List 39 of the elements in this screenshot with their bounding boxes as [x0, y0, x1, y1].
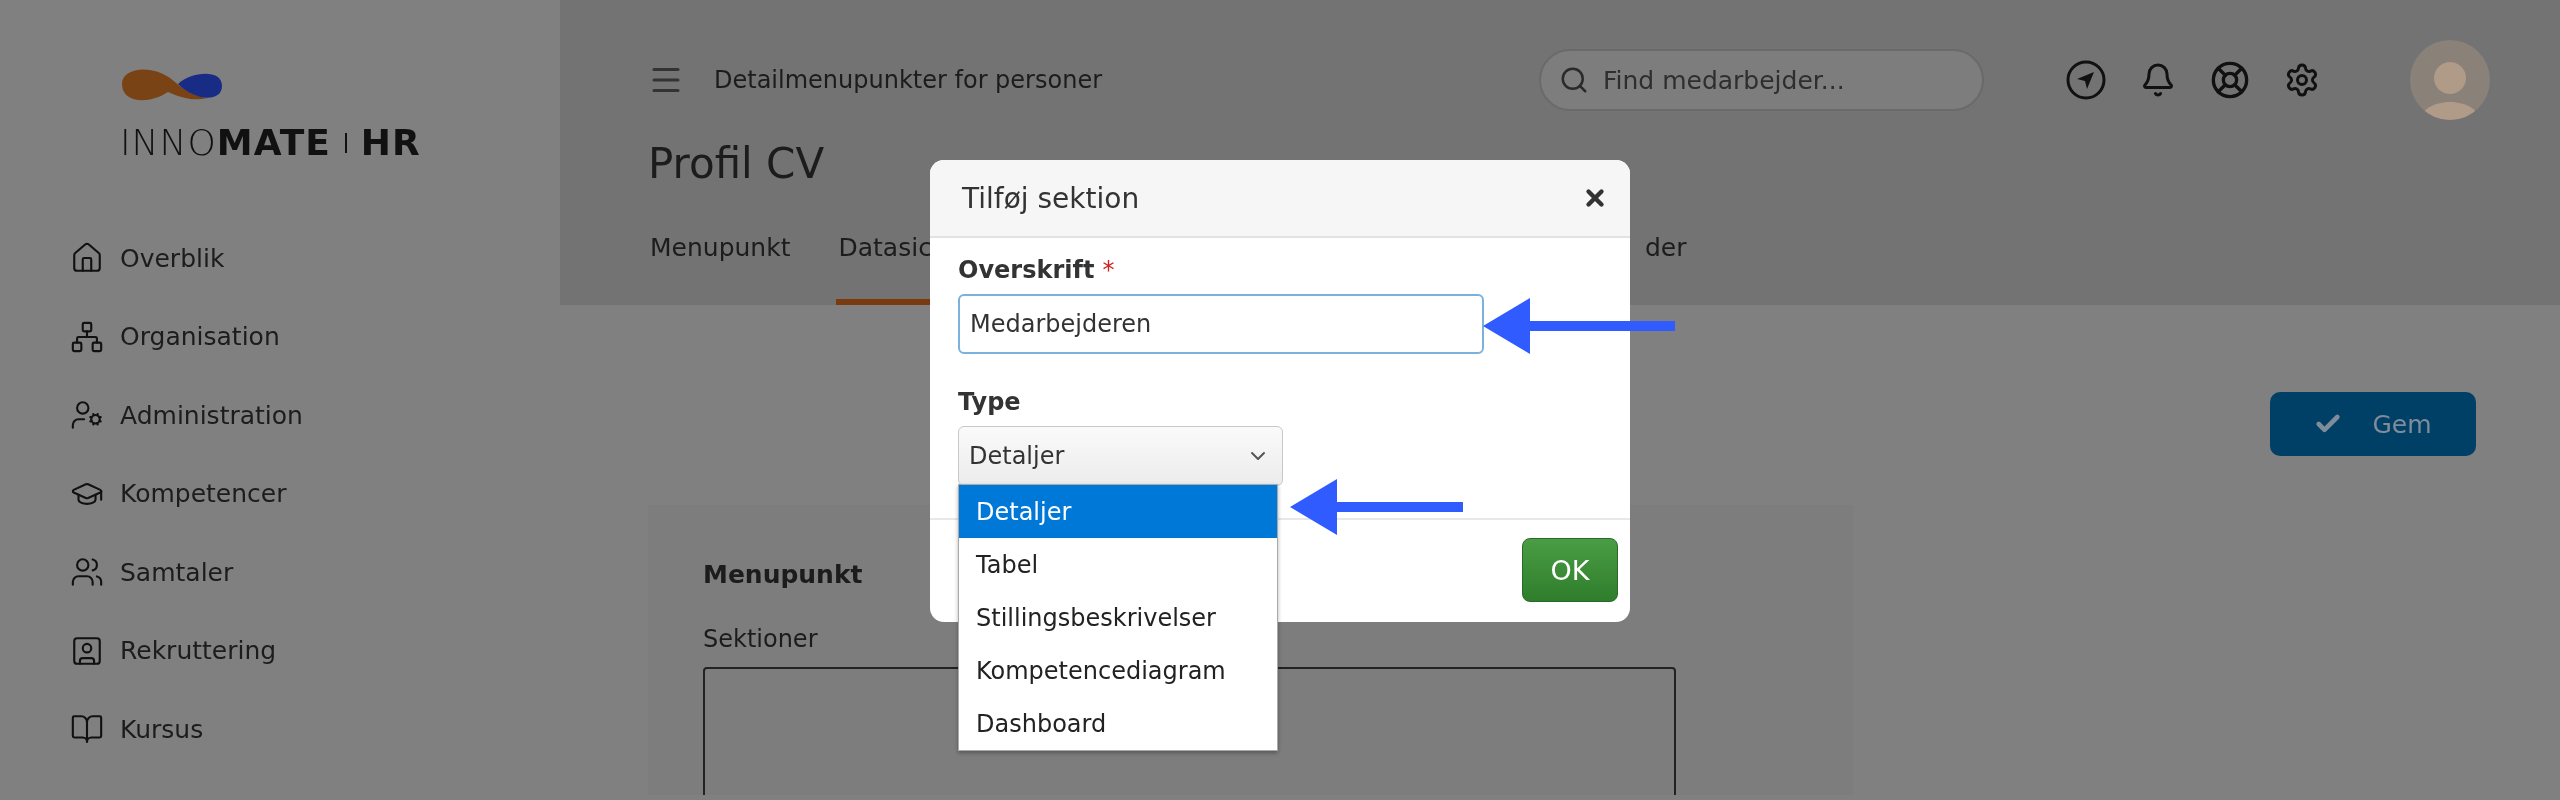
sidebar-item[interactable]: Rekruttering: [70, 611, 277, 690]
heading-input[interactable]: Medarbejderen: [958, 294, 1484, 354]
sidebar-item[interactable]: Kursus: [70, 690, 204, 769]
header-title: Detailmenupunkter for personer: [714, 66, 1103, 94]
dropdown-option[interactable]: Tabel: [959, 538, 1277, 591]
settings-icon: [2284, 62, 2320, 98]
sidebar-item[interactable]: Organisation: [70, 297, 280, 376]
type-select[interactable]: Detaljer: [958, 426, 1283, 486]
tab[interactable]: Menupunkt: [648, 229, 793, 305]
field-label: Overskrift: [958, 256, 1095, 284]
navigation-button[interactable]: [2066, 60, 2106, 100]
card-title: Menupunkt: [703, 560, 863, 589]
navigation-icon: [2066, 60, 2106, 100]
save-button[interactable]: Gem: [2270, 392, 2476, 456]
nav-icon: [70, 319, 104, 354]
dropdown-option[interactable]: Dashboard: [959, 697, 1277, 750]
required-mark: *: [1102, 256, 1115, 284]
field-label: Type: [958, 388, 1021, 416]
field-label: Sektioner: [703, 625, 818, 653]
dropdown-option[interactable]: Kompetencediagram: [959, 644, 1277, 697]
help-button[interactable]: [2210, 60, 2250, 100]
search-icon: [1559, 65, 1589, 95]
tab[interactable]: der: [1642, 229, 1689, 305]
sidebar-item[interactable]: Kompetencer: [70, 454, 287, 533]
ok-button[interactable]: OK: [1522, 538, 1618, 602]
search-field[interactable]: Find medarbejder...: [1539, 49, 1984, 111]
logo-wordmark: INNOMATE: [120, 122, 331, 163]
page-title: Profil CV: [648, 139, 826, 188]
sidebar-item[interactable]: Administration: [70, 376, 303, 455]
sidebar-item[interactable]: Overblik: [70, 219, 225, 298]
dialog-title: Tilføj sektion: [962, 181, 1140, 215]
lifebuoy-icon: [2210, 60, 2250, 100]
bell-icon: [2140, 62, 2176, 98]
logo-product: HR: [360, 122, 421, 163]
dropdown-option[interactable]: Detaljer: [959, 485, 1277, 538]
settings-button[interactable]: [2284, 62, 2320, 98]
sidebar-item[interactable]: Samtaler: [70, 533, 234, 612]
dropdown-option[interactable]: Stillingsbeskrivelser: [959, 591, 1277, 644]
notification-button[interactable]: [2140, 62, 2176, 98]
